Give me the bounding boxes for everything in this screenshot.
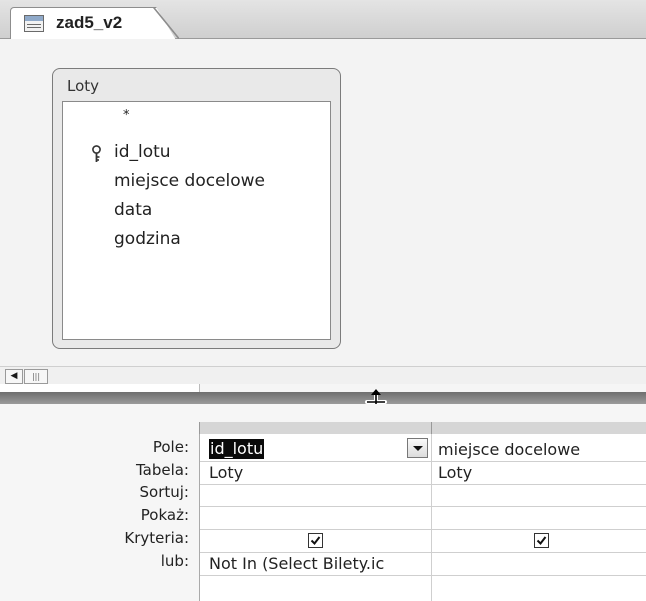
grid-col1-table-cell[interactable]: Loty <box>209 462 429 484</box>
field-data[interactable]: data <box>114 200 152 220</box>
grid-col2-sort-cell[interactable] <box>438 485 646 506</box>
grid-col1-criteria-cell[interactable]: Not In (Select Bilety.ic <box>209 553 429 575</box>
checkmark-icon <box>536 536 547 546</box>
field-miejsce-docelowe[interactable]: miejsce docelowe <box>114 171 265 191</box>
query-design-icon <box>24 15 44 32</box>
query-grid-area: Pole: Tabela: Sortuj: Pokaż: Kryteria: l… <box>0 404 646 601</box>
query-design-grid[interactable]: id_lotu Loty Not In (Select Bilety.ic mi… <box>199 434 646 601</box>
field-all[interactable]: * <box>123 108 130 123</box>
field-godzina[interactable]: godzina <box>114 229 181 249</box>
document-tab-title[interactable]: zad5_v2 <box>56 13 122 33</box>
grid-col2-criteria-cell[interactable] <box>438 553 646 575</box>
query-design-area[interactable]: Loty * id_lotu miejsce docelowe data god… <box>0 39 646 366</box>
grid-top-edge <box>199 384 646 392</box>
grid-row-divider <box>200 506 646 507</box>
field-id-lotu[interactable]: id_lotu <box>114 142 171 162</box>
scroll-thumb[interactable]: ||| <box>24 369 48 384</box>
grid-col1-sort-cell[interactable] <box>209 485 429 506</box>
row-label-lub: lub: <box>160 552 189 570</box>
row-label-kryteria: Kryteria: <box>124 529 189 547</box>
table-field-list-window[interactable]: Loty * id_lotu miejsce docelowe data god… <box>52 68 341 349</box>
scroll-left-arrow-icon[interactable]: ◀ <box>5 369 23 384</box>
grid-col2-or-cell[interactable] <box>438 576 646 598</box>
row-label-pole: Pole: <box>152 438 189 456</box>
row-label-sortuj: Sortuj: <box>139 483 189 501</box>
grid-col2-table-cell[interactable]: Loty <box>438 462 646 484</box>
horizontal-scrollbar[interactable]: ◀ ||| <box>0 366 646 384</box>
grid-col1-show-checkbox[interactable] <box>308 533 323 548</box>
field-dropdown-chevron-down-icon[interactable] <box>407 438 428 458</box>
row-label-tabela: Tabela: <box>135 461 189 479</box>
grid-col1-or-cell[interactable] <box>209 576 429 598</box>
table-box-title[interactable]: Loty <box>67 77 99 95</box>
grid-col1-field-cell[interactable]: id_lotu <box>209 439 265 459</box>
field-list[interactable]: * id_lotu miejsce docelowe data godzina <box>62 101 331 340</box>
grid-col2-field-cell[interactable]: miejsce docelowe <box>438 439 646 460</box>
grid-col2-show-checkbox[interactable] <box>534 533 549 548</box>
tab-edge <box>153 7 179 39</box>
grid-row-divider <box>200 529 646 530</box>
row-label-pokaz: Pokaż: <box>140 506 189 524</box>
primary-key-icon <box>92 145 101 162</box>
checkmark-icon <box>310 536 321 546</box>
pane-splitter[interactable] <box>0 392 646 404</box>
document-tab-strip: zad5_v2 <box>0 0 646 40</box>
grid-column-divider <box>431 434 432 601</box>
